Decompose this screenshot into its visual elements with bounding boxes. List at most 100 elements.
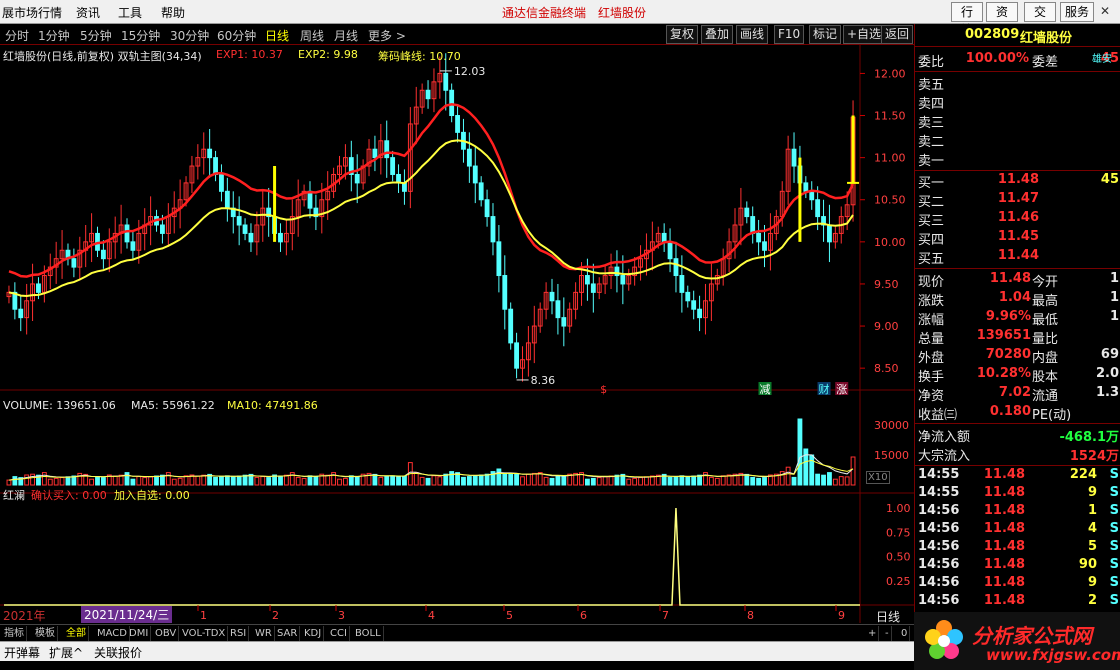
tick-volume: 9 [1087,485,1097,500]
tab-all[interactable]: 全部 [64,626,89,641]
indicator-tab-bar: 指标 模板 全部 MACD DMI OBV VOL-TDX RSI WR SAR… [0,624,914,641]
restore-rights-button[interactable]: 复权 [666,25,699,44]
reset-zoom-button[interactable]: 0 [899,626,911,641]
month-label: 7 [662,609,669,622]
period-more[interactable]: 更多 > [368,27,406,44]
candle-body [224,190,230,209]
event-marker: 财 [819,382,830,396]
weicha-label: 委差 [1032,55,1059,70]
stat-row: 涨跌 1.04 最高 1 [915,290,1120,309]
volume-bar [478,474,484,486]
danmu-toggle[interactable]: 开弹幕 [4,644,40,661]
period-15min[interactable]: 15分钟 [121,27,160,44]
block-inflow-label: 大宗流入 [918,449,971,464]
tick-side: S [1109,521,1119,536]
candle-body [71,258,77,268]
logo-cn-text: 分析家公式网 [972,624,1092,648]
tab-sar[interactable]: SAR [275,626,301,641]
trade-button[interactable]: 交易 [1024,2,1056,37]
mark-button[interactable]: 标记 [809,25,842,44]
period-1min[interactable]: 1分钟 [38,27,70,44]
stat-label-2: 量比 [1032,332,1059,347]
candle-body [100,249,106,260]
overlay-button[interactable]: 叠加 [701,25,734,44]
price-axis-label: 12.00 [874,67,906,80]
volume-bar [549,477,555,486]
period-weekly[interactable]: 周线 [300,27,324,44]
period-30min[interactable]: 30分钟 [170,27,209,44]
tick-side: S [1109,485,1119,500]
candle-body [555,300,561,319]
tab-vol-tdx[interactable]: VOL-TDX [180,626,229,641]
candle-body [484,199,490,218]
candle-body [307,190,313,209]
tick-price: 11.48 [983,593,1025,608]
expand-toggle[interactable]: 扩展^ [49,644,83,661]
candle-body [502,275,508,310]
buy4-price: 11.45 [997,229,1039,244]
period-fenshi[interactable]: 分时 [5,27,29,44]
period-60min[interactable]: 60分钟 [217,27,256,44]
volume-bar [348,475,354,486]
high-label: 12.03 [454,65,486,78]
tab-kdj[interactable]: KDJ [302,626,325,641]
candle-body [278,232,283,243]
kline-chart[interactable]: 12.0011.5011.0010.5010.009.509.008.50300… [0,45,914,623]
back-button[interactable]: 返回 [881,25,914,44]
tab-cci[interactable]: CCI [328,626,350,641]
candle-body [756,232,762,243]
period-label: 日线 [876,610,901,624]
tick-side: S [1109,593,1119,608]
candle-body [750,216,756,234]
tick-side: S [1109,503,1119,518]
zoom-out-button[interactable]: - [883,626,892,641]
volume-bar [815,473,821,486]
tab-template[interactable]: 模板 [33,626,58,641]
tab-rsi[interactable]: RSI [228,626,250,641]
menu-news[interactable]: 资讯 [76,4,100,21]
close-icon[interactable]: ✕ [1100,4,1114,18]
indicator-axis-label: 1.00 [886,502,911,515]
period-daily[interactable]: 日线 [265,27,289,44]
menu-help[interactable]: 帮助 [161,4,185,21]
price-axis-label: 11.50 [874,110,906,123]
f10-button[interactable]: F10 [774,25,805,44]
candle-body [384,140,390,159]
stat-value: 9.96% [985,309,1031,324]
price-axis-label: 9.00 [874,320,899,333]
volume-bar [679,475,685,486]
tab-indicator[interactable]: 指标 [2,626,27,641]
menu-tools[interactable]: 工具 [118,4,142,21]
menu-market[interactable]: 展市场行情 [2,4,62,21]
tab-macd[interactable]: MACD [95,626,130,641]
volume-bar [496,468,502,486]
tab-boll[interactable]: BOLL [353,626,384,641]
broker-badge: 雄安 [1092,54,1112,65]
tab-wr[interactable]: WR [253,626,275,641]
tab-obv[interactable]: OBV [153,626,180,641]
info-button[interactable]: 资讯 [986,2,1018,37]
candle-body [744,207,750,218]
period-monthly[interactable]: 月线 [334,27,358,44]
tab-dmi[interactable]: DMI [127,626,152,641]
service-button[interactable]: 服务 [1060,2,1094,22]
indicator-axis-label: 0.50 [886,551,911,564]
volume-bar [219,476,224,486]
tick-row: 14:56 11.48 90 S [915,557,1120,576]
related-quote-toggle[interactable]: 关联报价 [94,644,142,661]
buy1-volume: 45 [1100,172,1119,187]
stat-label: 净资 [918,389,945,404]
period-5min[interactable]: 5分钟 [80,27,112,44]
flower-logo-icon [925,620,963,659]
add-watchlist-button[interactable]: +自选 [843,25,886,44]
zoom-in-button[interactable]: + [866,626,880,641]
stat-row: 收益㈢ 0.180 PE(动) [915,404,1120,423]
status-bar: 开弹幕 扩展^ 关联报价 [0,641,914,661]
stat-label-2: 内盘 [1032,351,1059,366]
draw-line-button[interactable]: 画线 [736,25,769,44]
candle-body [219,173,224,192]
chart-area[interactable]: 12.00 11.50 11.00 10.50 10.00 9.50 9.00 8.50 300… [0,45,914,624]
volume-legend: VOLUME: 139651.06 [3,399,116,412]
volume-bar [65,476,71,486]
quote-button[interactable]: 行情 [951,2,983,37]
